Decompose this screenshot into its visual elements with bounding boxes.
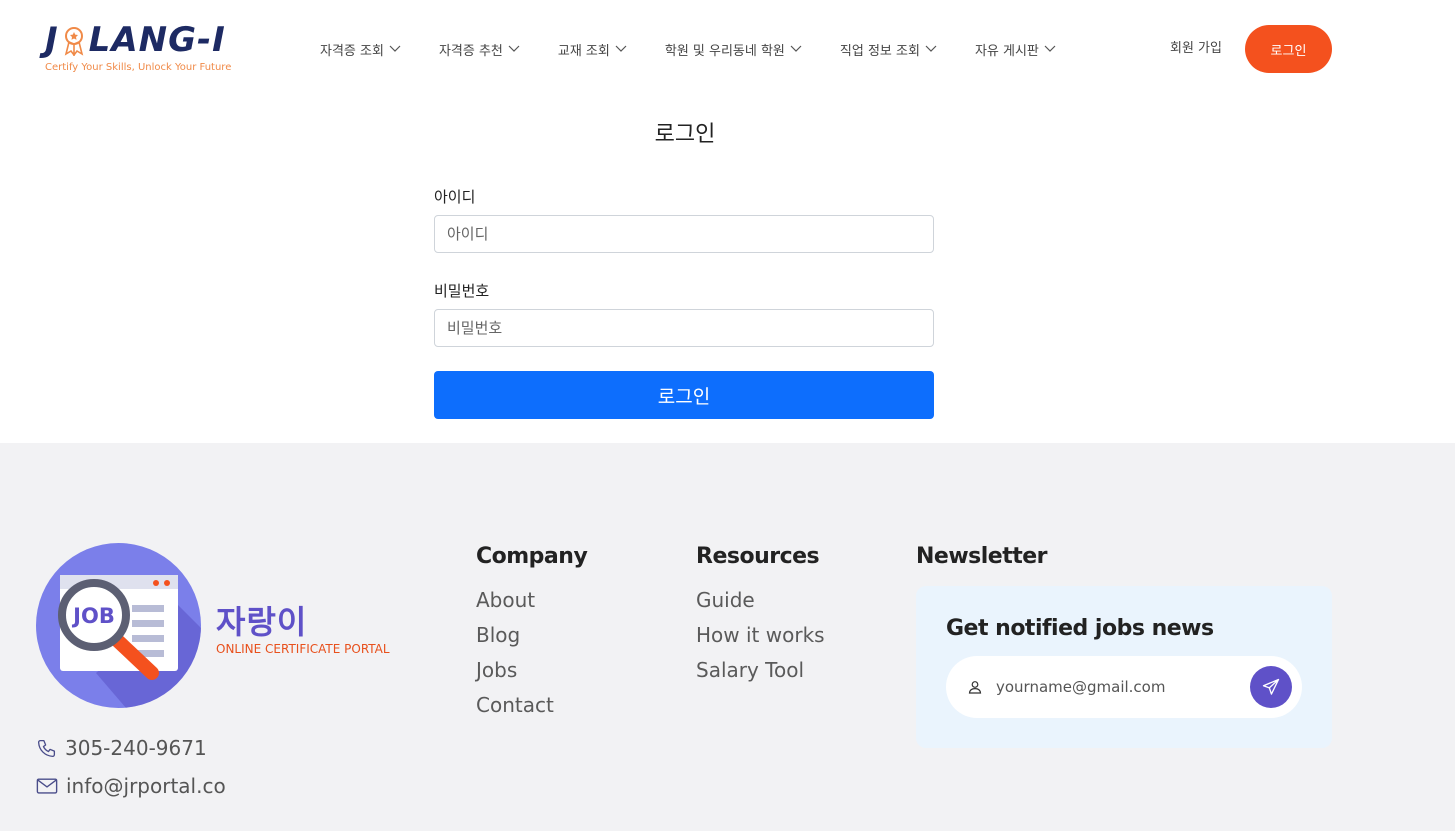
newsletter-send-button[interactable] xyxy=(1250,666,1292,708)
footer-link-about[interactable]: About xyxy=(476,588,535,612)
password-label: 비밀번호 xyxy=(434,282,490,300)
newsletter-title: Newsletter xyxy=(916,544,1048,569)
site-header: J LANG-I Certify Your Skills, Unlock You… xyxy=(0,0,1455,100)
phone-number: 305-240-9671 xyxy=(65,736,207,760)
site-logo[interactable]: J LANG-I Certify Your Skills, Unlock You… xyxy=(45,20,231,73)
newsletter-heading: Get notified jobs news xyxy=(946,616,1214,641)
nav-item-label: 교재 조회 xyxy=(557,43,610,59)
phone-icon xyxy=(37,739,56,757)
nav-item-label: 자격증 추천 xyxy=(438,43,503,59)
resources-title: Resources xyxy=(696,544,820,569)
logo-letter-j: J xyxy=(45,20,59,60)
logo-letters-rest: LANG-I xyxy=(88,20,226,60)
footer-brand-name: 자랑이 xyxy=(216,603,308,641)
footer-email[interactable]: info@jrportal.co xyxy=(36,774,226,798)
nav-item-free-board[interactable]: 자유 게시판 xyxy=(975,40,1056,59)
footer-brand-subtitle: ONLINE CERTIFICATE PORTAL xyxy=(216,642,390,656)
footer-link-contact[interactable]: Contact xyxy=(476,693,554,717)
main-nav: 자격증 조회 자격증 추천 교재 조회 학원 및 우리동네 학원 직업 정보 조… xyxy=(320,38,1056,60)
chevron-down-icon xyxy=(389,45,401,52)
password-input[interactable] xyxy=(434,309,934,347)
chevron-down-icon xyxy=(925,45,937,52)
nav-item-certificate-recommend[interactable]: 자격증 추천 xyxy=(439,40,520,59)
signup-link[interactable]: 회원 가입 xyxy=(1170,38,1222,60)
nav-item-label: 학원 및 우리동네 학원 xyxy=(664,43,785,59)
footer-link-jobs[interactable]: Jobs xyxy=(476,658,517,682)
nav-item-academies[interactable]: 학원 및 우리동네 학원 xyxy=(665,40,802,59)
login-submit-button[interactable]: 로그인 xyxy=(434,371,934,419)
award-badge-icon xyxy=(64,27,83,56)
newsletter-email-input[interactable] xyxy=(996,672,1236,702)
chevron-down-icon xyxy=(1044,45,1056,52)
nav-item-job-info[interactable]: 직업 정보 조회 xyxy=(840,40,937,59)
chevron-down-icon xyxy=(615,45,627,52)
mail-icon xyxy=(36,778,58,794)
nav-item-certificate-search[interactable]: 자격증 조회 xyxy=(320,40,401,59)
email-address: info@jrportal.co xyxy=(66,774,226,798)
logo-tagline: Certify Your Skills, Unlock Your Future xyxy=(45,62,232,73)
user-icon xyxy=(968,681,982,694)
newsletter-form xyxy=(946,656,1302,718)
job-search-logo-icon: JOB xyxy=(36,543,201,708)
nav-item-label: 자격증 조회 xyxy=(320,43,384,59)
company-title: Company xyxy=(476,544,588,569)
newsletter-box: Get notified jobs news xyxy=(916,586,1332,748)
chevron-down-icon xyxy=(508,45,520,52)
id-label: 아이디 xyxy=(434,188,476,206)
page-title: 로그인 xyxy=(654,122,716,147)
nav-item-textbook-search[interactable]: 교재 조회 xyxy=(558,40,627,59)
send-icon xyxy=(1262,678,1280,695)
logo-job-text: JOB xyxy=(71,604,115,628)
chevron-down-icon xyxy=(790,45,802,52)
nav-item-label: 자유 게시판 xyxy=(974,43,1039,59)
nav-item-label: 직업 정보 조회 xyxy=(839,43,920,59)
logo-wordmark: J LANG-I xyxy=(45,20,231,60)
footer-link-how-it-works[interactable]: How it works xyxy=(696,623,825,647)
footer-phone[interactable]: 305-240-9671 xyxy=(36,736,207,760)
header-login-button[interactable]: 로그인 xyxy=(1245,25,1332,73)
id-input[interactable] xyxy=(434,215,934,253)
footer-link-salary-tool[interactable]: Salary Tool xyxy=(696,658,804,682)
footer-link-guide[interactable]: Guide xyxy=(696,588,755,612)
site-footer: JOB 자랑이 ONLINE CERTIFICATE PORTAL 305-24… xyxy=(0,443,1455,831)
footer-link-blog[interactable]: Blog xyxy=(476,623,520,647)
